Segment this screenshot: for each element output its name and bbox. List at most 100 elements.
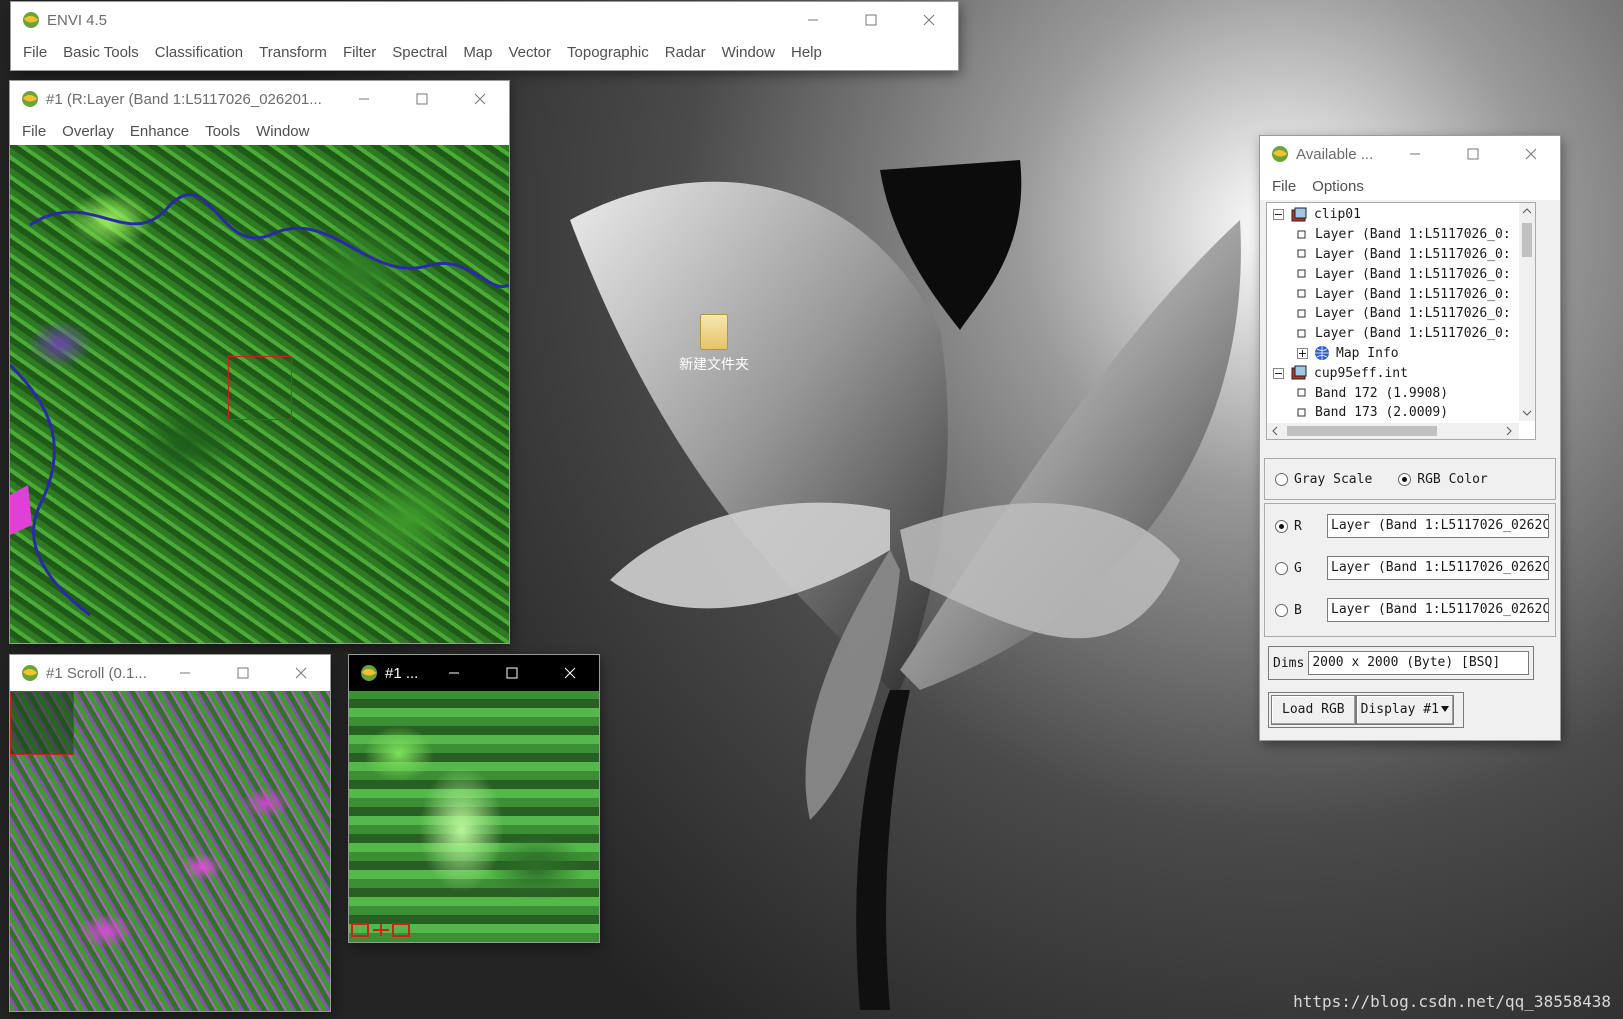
menu-file[interactable]: File [14, 123, 54, 140]
tree-file-node[interactable]: clip01 [1269, 205, 1511, 225]
menu-classification[interactable]: Classification [147, 44, 251, 61]
menu-radar[interactable]: Radar [657, 44, 714, 61]
tree-expander-icon[interactable] [1297, 347, 1308, 359]
menu-file[interactable]: File [15, 44, 55, 61]
tree-band-item[interactable]: Layer (Band 1:L5117026_0: [1269, 304, 1511, 324]
image-file-icon [1291, 365, 1307, 380]
tree-expander-icon[interactable] [1273, 367, 1284, 379]
maximize-button[interactable] [393, 81, 451, 117]
band-item-icon [1297, 388, 1306, 397]
scroll-window: #1 Scroll (0.1... [10, 655, 330, 1011]
menu-vector[interactable]: Vector [501, 44, 560, 61]
zoom-location-box[interactable] [228, 356, 292, 420]
menu-topographic[interactable]: Topographic [559, 44, 657, 61]
maximize-button[interactable] [1444, 136, 1502, 172]
map-globe-icon [1315, 346, 1329, 361]
rgb-channel-group: R Layer (Band 1:L5117026_0262C G Layer (Ban… [1264, 503, 1556, 637]
close-button[interactable] [1502, 136, 1560, 172]
menu-transform[interactable]: Transform [251, 44, 335, 61]
tree-band-item[interactable]: Layer (Band 1:L5117026_0: [1269, 245, 1511, 265]
display-select-button[interactable]: Display #1 [1355, 695, 1454, 725]
channel-radio-r[interactable]: R [1275, 519, 1327, 534]
channel-row-g: G Layer (Band 1:L5117026_0262C [1275, 554, 1549, 582]
channel-label: G [1294, 560, 1302, 576]
load-rgb-button[interactable]: Load RGB [1271, 695, 1356, 725]
menu-overlay[interactable]: Overlay [54, 123, 122, 140]
menu-help[interactable]: Help [783, 44, 830, 61]
gray-scale-radio[interactable]: Gray Scale [1275, 472, 1372, 487]
band-item-icon [1297, 269, 1306, 278]
minimize-button[interactable] [1386, 136, 1444, 172]
tree-item-label: Layer (Band 1:L5117026_0: [1315, 326, 1511, 342]
tree-item-label: Layer (Band 1:L5117026_0: [1315, 227, 1511, 243]
bands-window-menubar: File Options [1260, 172, 1560, 200]
channel-radio-b[interactable]: B [1275, 603, 1327, 618]
maximize-button[interactable] [214, 655, 272, 691]
tree-file-node[interactable]: cup95eff.int [1269, 363, 1511, 383]
menu-tools[interactable]: Tools [197, 123, 248, 140]
tree-item-label: Layer (Band 1:L5117026_0: [1315, 246, 1511, 262]
menu-window[interactable]: Window [714, 44, 783, 61]
channel-band-field[interactable]: Layer (Band 1:L5117026_0262C [1327, 514, 1549, 538]
channel-radio-g[interactable]: G [1275, 561, 1327, 576]
envi-main-menubar: File Basic Tools Classification Transfor… [11, 38, 958, 66]
envi-main-titlebar[interactable]: ENVI 4.5 [11, 2, 958, 38]
tree-expander-icon[interactable] [1273, 209, 1284, 221]
close-button[interactable] [900, 2, 958, 38]
image-extent-box[interactable] [10, 691, 74, 755]
tree-band-item[interactable]: Layer (Band 1:L5117026_0: [1269, 284, 1511, 304]
image-window-titlebar[interactable]: #1 (R:Layer (Band 1:L5117026_026201... [10, 81, 509, 117]
image-window-title: #1 (R:Layer (Band 1:L5117026_026201... [46, 90, 322, 108]
channel-band-field[interactable]: Layer (Band 1:L5117026_0262C [1327, 556, 1549, 580]
rgb-color-radio[interactable]: RGB Color [1398, 472, 1488, 487]
band-tree-list[interactable]: clip01 Layer (Band 1:L5117026_0: Layer (Ba… [1266, 202, 1536, 440]
satellite-image-view[interactable] [10, 145, 509, 643]
tree-band-item[interactable]: Band 173 (2.0009) [1269, 403, 1511, 423]
tree-band-item[interactable]: Band 172 (1.9908) [1269, 383, 1511, 403]
scroll-overview-image[interactable] [10, 691, 330, 1011]
zoom-controls-icon[interactable] [351, 920, 411, 940]
menu-file[interactable]: File [1264, 178, 1304, 195]
minimize-button[interactable] [335, 81, 393, 117]
close-button[interactable] [451, 81, 509, 117]
bands-window-titlebar[interactable]: Available ... [1260, 136, 1560, 172]
radio-icon [1275, 472, 1288, 486]
dims-box: Dims 2000 x 2000 (Byte) [BSQ] [1268, 646, 1534, 680]
menu-filter[interactable]: Filter [335, 44, 384, 61]
zoom-window: #1 ... [349, 655, 599, 942]
watermark-text: https://blog.csdn.net/qq_38558438 [1293, 992, 1611, 1011]
tree-band-item[interactable]: Layer (Band 1:L5117026_0: [1269, 324, 1511, 344]
vertical-scrollbar[interactable] [1519, 203, 1535, 421]
dims-value-field: 2000 x 2000 (Byte) [BSQ] [1308, 651, 1529, 675]
scroll-window-titlebar[interactable]: #1 Scroll (0.1... [10, 655, 330, 691]
desktop-folder-icon[interactable]: 新建文件夹 [664, 314, 764, 374]
image-window: #1 (R:Layer (Band 1:L5117026_026201... F… [10, 81, 509, 643]
zoom-window-titlebar[interactable]: #1 ... [349, 655, 599, 691]
tree-item-label: cup95eff.int [1314, 365, 1408, 381]
menu-basic-tools[interactable]: Basic Tools [55, 44, 147, 61]
maximize-button[interactable] [483, 655, 541, 691]
menu-enhance[interactable]: Enhance [122, 123, 197, 140]
menu-window[interactable]: Window [248, 123, 317, 140]
maximize-button[interactable] [842, 2, 900, 38]
minimize-button[interactable] [784, 2, 842, 38]
menu-options[interactable]: Options [1304, 178, 1372, 195]
minimize-button[interactable] [156, 655, 214, 691]
close-button[interactable] [272, 655, 330, 691]
desktop-folder-label: 新建文件夹 [679, 357, 749, 373]
envi-main-window: ENVI 4.5 File Basic Tools Classification… [11, 2, 958, 70]
close-button[interactable] [541, 655, 599, 691]
minimize-button[interactable] [425, 655, 483, 691]
channel-band-field[interactable]: Layer (Band 1:L5117026_0262C [1327, 598, 1549, 622]
display-select-label: Display #1 [1360, 702, 1439, 717]
band-item-icon [1297, 329, 1306, 338]
band-item-icon [1297, 249, 1306, 258]
horizontal-scrollbar[interactable] [1267, 423, 1519, 439]
tree-band-item[interactable]: Layer (Band 1:L5117026_0: [1269, 225, 1511, 245]
tree-map-info-node[interactable]: Map Info [1269, 344, 1511, 364]
zoom-image-view[interactable] [349, 691, 599, 942]
menu-map[interactable]: Map [455, 44, 500, 61]
gray-scale-label: Gray Scale [1294, 471, 1373, 487]
tree-band-item[interactable]: Layer (Band 1:L5117026_0: [1269, 264, 1511, 284]
menu-spectral[interactable]: Spectral [384, 44, 455, 61]
